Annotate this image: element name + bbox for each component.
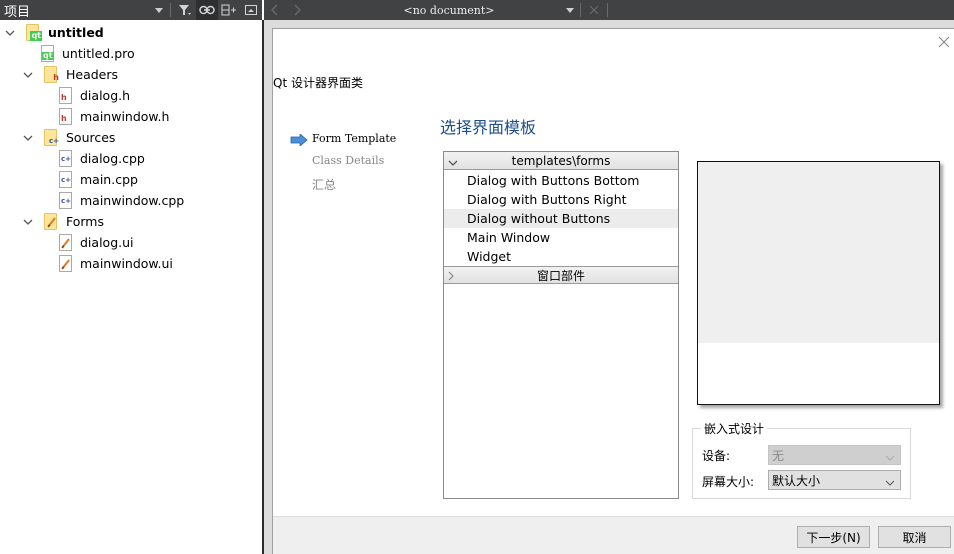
- category-label: templates\forms: [511, 153, 611, 168]
- project-pane-header: 项目: [0, 0, 262, 20]
- chevron-down-icon[interactable]: [4, 27, 16, 39]
- tree-item-file[interactable]: c+ mainwindow.cpp: [58, 190, 184, 211]
- qt-pro-file-icon: qt: [40, 45, 56, 62]
- source-file-icon: c+: [58, 192, 74, 209]
- device-label: 设备:: [702, 449, 731, 463]
- tree-item-file[interactable]: dialog.ui: [58, 232, 134, 253]
- toolbar-separator: [580, 3, 581, 17]
- template-item[interactable]: Main Window: [444, 228, 678, 247]
- project-pane-title: 项目: [4, 4, 31, 20]
- tree-item-folder[interactable]: Forms: [22, 211, 104, 232]
- category-label: 窗口部件: [536, 268, 585, 283]
- tree-item-label: Sources: [66, 130, 116, 145]
- chevron-down-icon: [448, 156, 458, 170]
- tree-item-label: Forms: [66, 214, 105, 229]
- tree-item-file[interactable]: c+ main.cpp: [58, 169, 138, 190]
- tree-item-file[interactable]: c+ dialog.cpp: [58, 148, 145, 169]
- tree-item-label: mainwindow.ui: [80, 256, 173, 271]
- preview-image: [698, 162, 939, 343]
- wizard-heading: Qt 设计器界面类: [273, 76, 363, 90]
- template-category-widgets[interactable]: 窗口部件: [444, 266, 678, 284]
- tree-item-label: untitled.pro: [62, 46, 135, 61]
- tree-item-label: main.cpp: [80, 172, 138, 187]
- step-class-details: Class Details: [312, 154, 385, 167]
- next-button[interactable]: 下一步(N): [797, 526, 870, 548]
- template-item[interactable]: Dialog with Buttons Right: [444, 190, 678, 209]
- form-file-icon: [58, 234, 74, 251]
- split-add-icon[interactable]: [218, 0, 240, 20]
- document-selector-value: <no document>: [403, 3, 495, 17]
- tree-item-project[interactable]: qt untitled: [4, 22, 104, 43]
- chevron-down-icon[interactable]: [22, 69, 34, 81]
- headers-folder-icon: h: [44, 66, 60, 83]
- chevron-down-icon: [885, 476, 895, 490]
- toolbar-separator: [170, 3, 171, 17]
- header-file-icon: h: [58, 108, 74, 125]
- chevron-down-icon[interactable]: [22, 132, 34, 144]
- chevron-down-icon[interactable]: [22, 216, 34, 228]
- tree-item-folder[interactable]: h Headers: [22, 64, 118, 85]
- template-item[interactable]: Widget: [444, 247, 678, 266]
- tree-item-label: mainwindow.h: [80, 109, 170, 124]
- tree-item-label: dialog.ui: [80, 235, 134, 250]
- cancel-button[interactable]: 取消: [878, 526, 951, 548]
- page-title: 选择界面模板: [440, 118, 537, 137]
- source-file-icon: c+: [58, 171, 74, 188]
- chevron-right-icon: [448, 270, 455, 284]
- screen-size-select-value: 默认大小: [772, 473, 821, 488]
- device-select[interactable]: 无: [768, 445, 901, 465]
- chevron-down-icon: [885, 451, 895, 465]
- step-summary: 汇总: [312, 178, 337, 192]
- tree-item-label: Headers: [66, 67, 119, 82]
- form-file-icon: [58, 255, 74, 272]
- close-icon[interactable]: [937, 35, 951, 49]
- step-form-template: Form Template: [312, 132, 397, 145]
- chevron-down-icon: [562, 8, 578, 13]
- source-file-icon: c+: [58, 150, 74, 167]
- template-item[interactable]: Dialog with Buttons Bottom: [444, 171, 678, 190]
- filter-icon[interactable]: [174, 0, 196, 20]
- template-category-forms[interactable]: templates\forms: [444, 152, 678, 170]
- embedded-design-title: 嵌入式设计: [701, 420, 768, 437]
- current-step-arrow-icon: [290, 133, 308, 150]
- back-arrow-icon[interactable]: [264, 0, 286, 20]
- tree-item-label: dialog.h: [80, 88, 131, 103]
- template-item-selected[interactable]: Dialog without Buttons: [444, 209, 678, 228]
- toolbar-separator: [607, 3, 608, 17]
- close-pane-icon[interactable]: [240, 0, 262, 20]
- screen-size-select[interactable]: 默认大小: [768, 470, 901, 490]
- device-select-value: 无: [772, 448, 785, 463]
- screen-size-label: 屏幕大小:: [702, 475, 755, 489]
- tree-item-label: dialog.cpp: [80, 151, 145, 166]
- tree-item-label: untitled: [48, 25, 104, 40]
- tree-item-folder[interactable]: c+ Sources: [22, 127, 115, 148]
- tree-item-file[interactable]: h dialog.h: [58, 85, 130, 106]
- project-tree: qt untitled qt untitled.pro h Headers h …: [0, 20, 262, 554]
- tree-item-file[interactable]: qt untitled.pro: [40, 43, 135, 64]
- close-document-icon[interactable]: [583, 0, 605, 20]
- editor-toolbar: <no document>: [264, 0, 954, 20]
- tree-item-file[interactable]: mainwindow.ui: [58, 253, 173, 274]
- link-icon[interactable]: [196, 0, 218, 20]
- template-list[interactable]: templates\forms Dialog with Buttons Bott…: [443, 151, 679, 499]
- forms-folder-icon: [44, 213, 60, 230]
- sources-folder-icon: c+: [44, 129, 60, 146]
- view-selector-dropdown[interactable]: [151, 0, 167, 20]
- document-selector[interactable]: <no document>: [308, 0, 578, 20]
- tree-item-label: mainwindow.cpp: [80, 193, 185, 208]
- tree-item-file[interactable]: h mainwindow.h: [58, 106, 169, 127]
- template-preview: [697, 161, 940, 405]
- qt-project-folder-icon: qt: [26, 24, 42, 41]
- header-file-icon: h: [58, 87, 74, 104]
- forward-arrow-icon[interactable]: [286, 0, 308, 20]
